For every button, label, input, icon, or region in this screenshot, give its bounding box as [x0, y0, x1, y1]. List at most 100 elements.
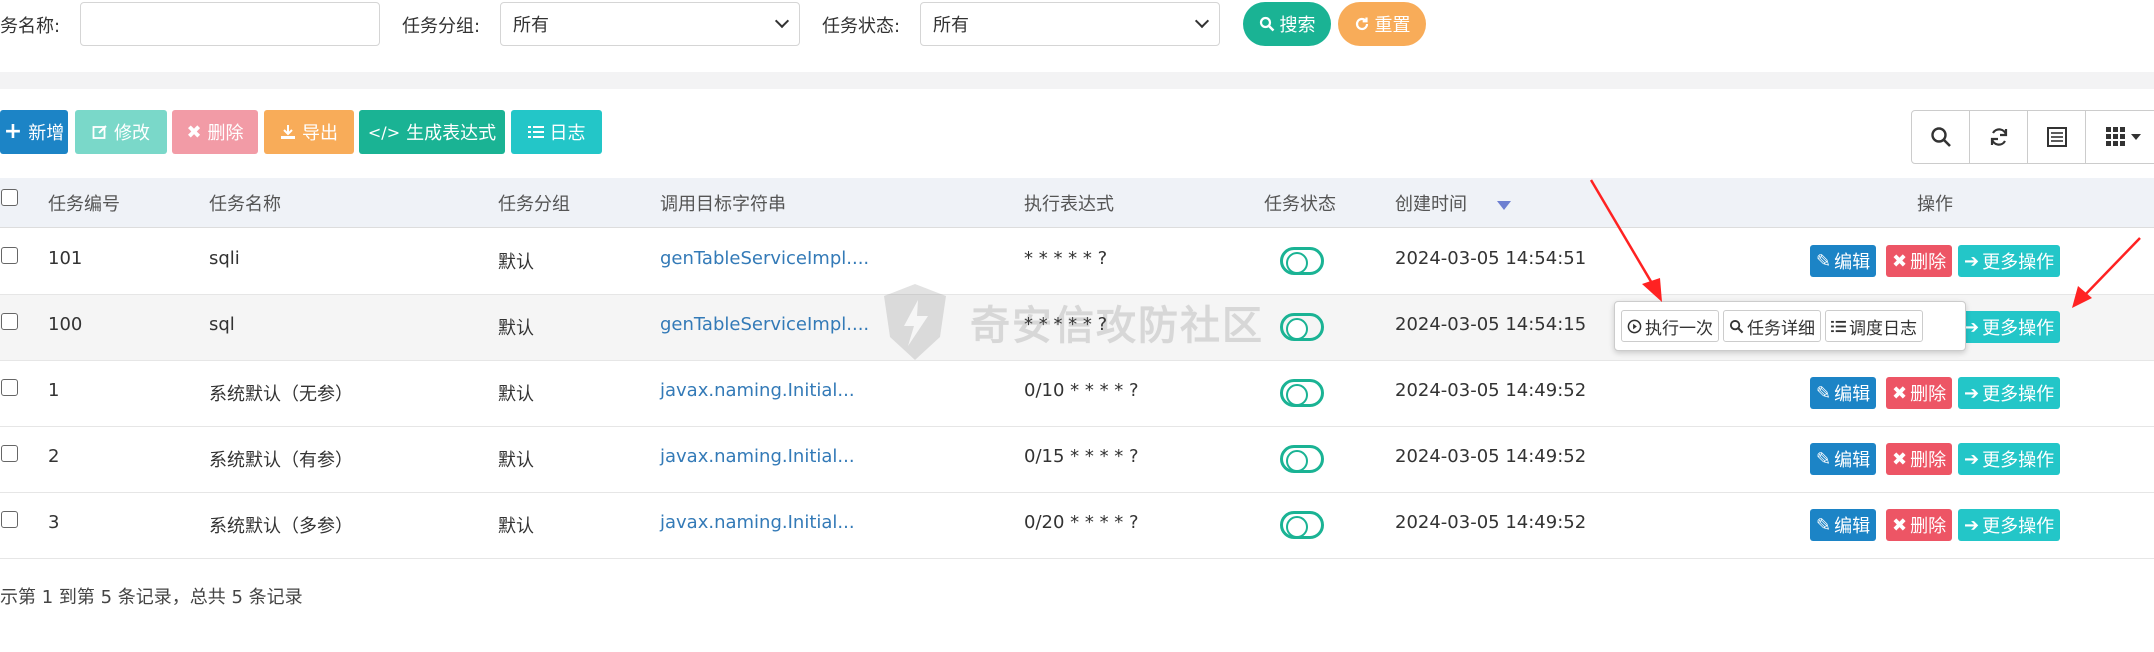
row-edit-button[interactable]: ✎ 编辑 [1810, 443, 1877, 475]
col-task-id[interactable]: 任务编号 [48, 190, 120, 216]
table-row: 3 系统默认（多参） 默认 javax.naming.Initial... 0/… [0, 493, 2154, 559]
row-delete-button[interactable]: ✖ 删除 [1886, 443, 1953, 475]
code-icon: </> [367, 122, 401, 142]
row-more-label: 更多操作 [1982, 384, 2055, 405]
chevron-down-icon [774, 13, 790, 29]
search-button[interactable]: 搜索 [1243, 2, 1331, 46]
invoke-target-link[interactable]: javax.naming.Initial... [660, 446, 855, 467]
run-once-label: 执行一次 [1645, 318, 1713, 339]
task-name: 系统默认（有参） [209, 450, 353, 471]
col-task-group[interactable]: 任务分组 [498, 190, 570, 216]
status-toggle[interactable] [1280, 313, 1324, 341]
invoke-target-link[interactable]: javax.naming.Initial... [660, 512, 855, 533]
refresh-icon [1355, 17, 1368, 31]
row-more-button[interactable]: ➔ 更多操作 [1958, 245, 2061, 277]
grid-icon [2105, 127, 2125, 146]
task-id: 100 [48, 314, 83, 335]
row-more-label: 更多操作 [1982, 252, 2055, 273]
close-icon: ✖ [186, 121, 202, 143]
schedule-log-button[interactable]: 调度日志 [1825, 310, 1923, 342]
log-button[interactable]: 日志 [511, 110, 602, 154]
status-toggle[interactable] [1280, 379, 1324, 407]
task-status-select[interactable]: 所有 [920, 2, 1220, 46]
row-delete-button[interactable]: ✖ 删除 [1886, 509, 1953, 541]
status-toggle[interactable] [1280, 511, 1324, 539]
list-icon [1831, 320, 1846, 332]
status-toggle[interactable] [1280, 247, 1324, 275]
search-icon [1259, 16, 1274, 32]
refresh-button[interactable] [1970, 111, 2028, 163]
row-checkbox[interactable] [1, 379, 18, 396]
toggle-view-button[interactable] [2028, 111, 2086, 163]
invoke-target-link[interactable]: genTableServiceImpl.... [660, 314, 869, 335]
row-more-button[interactable]: ➔ 更多操作 [1958, 377, 2061, 409]
caret-down-icon [2130, 134, 2141, 140]
row-more-button[interactable]: ➔ 更多操作 [1958, 443, 2061, 475]
export-button[interactable]: 导出 [264, 110, 354, 154]
row-edit-label: 编辑 [1834, 516, 1871, 537]
reset-button-label: 重置 [1374, 15, 1411, 36]
add-button[interactable]: + 新增 [0, 110, 68, 154]
col-invoke-target[interactable]: 调用目标字符串 [660, 190, 786, 216]
add-button-label: 新增 [28, 123, 65, 144]
close-icon: ✖ [1892, 514, 1908, 536]
edit-icon [92, 125, 107, 139]
edit-icon: ✎ [1816, 250, 1832, 272]
col-actions: 操作 [1917, 194, 1953, 215]
refresh-icon [1990, 128, 2007, 146]
status-toggle[interactable] [1280, 445, 1324, 473]
sort-desc-icon[interactable] [1497, 201, 1511, 210]
close-icon: ✖ [1892, 448, 1908, 470]
search-button-label: 搜索 [1279, 15, 1316, 36]
export-button-label: 导出 [302, 123, 338, 144]
invoke-target-link[interactable]: genTableServiceImpl.... [660, 248, 869, 269]
select-all-checkbox[interactable] [1, 189, 18, 206]
row-delete-label: 删除 [1910, 384, 1947, 405]
table-row: 101 sqli 默认 genTableServiceImpl.... * * … [0, 229, 2154, 295]
list-icon [527, 126, 544, 138]
task-name-input[interactable] [80, 2, 380, 46]
task-status-select-value: 所有 [933, 15, 969, 36]
task-group-select[interactable]: 所有 [500, 2, 800, 46]
toggle-search-button[interactable] [1912, 111, 1970, 163]
run-once-button[interactable]: 执行一次 [1621, 310, 1719, 342]
chevron-circle-right-icon: ➔ [1964, 382, 1980, 404]
delete-button[interactable]: ✖ 删除 [172, 110, 258, 154]
row-edit-button[interactable]: ✎ 编辑 [1810, 377, 1877, 409]
row-checkbox[interactable] [1, 445, 18, 462]
col-cron-expression[interactable]: 执行表达式 [1024, 190, 1114, 216]
row-checkbox[interactable] [1, 511, 18, 528]
generate-cron-button[interactable]: </> 生成表达式 [359, 110, 505, 154]
row-delete-button[interactable]: ✖ 删除 [1886, 377, 1953, 409]
task-name: 系统默认（无参） [209, 384, 353, 405]
row-checkbox[interactable] [1, 313, 18, 330]
create-time: 2024-03-05 14:54:51 [1395, 248, 1587, 269]
columns-button[interactable] [2086, 111, 2154, 163]
invoke-target-link[interactable]: javax.naming.Initial... [660, 380, 855, 401]
edit-button-label: 修改 [114, 123, 150, 144]
task-group-select-value: 所有 [513, 15, 549, 36]
row-more-button[interactable]: ➔ 更多操作 [1958, 509, 2061, 541]
row-edit-button[interactable]: ✎ 编辑 [1810, 509, 1877, 541]
row-checkbox[interactable] [1, 247, 18, 264]
edit-button[interactable]: 修改 [75, 110, 167, 154]
task-detail-label: 任务详细 [1747, 318, 1815, 339]
col-create-time[interactable]: 创建时间 [1395, 190, 1467, 216]
col-task-status[interactable]: 任务状态 [1264, 190, 1336, 216]
search-form: 务名称: 任务分组: 所有 任务状态: 所有 搜索 重置 [0, 0, 2154, 72]
row-edit-button[interactable]: ✎ 编辑 [1810, 245, 1877, 277]
create-time: 2024-03-05 14:49:52 [1395, 446, 1587, 467]
create-time: 2024-03-05 14:49:52 [1395, 380, 1587, 401]
row-delete-button[interactable]: ✖ 删除 [1886, 245, 1953, 277]
row-more-button[interactable]: ➔ 更多操作 [1958, 311, 2061, 343]
plus-icon: + [3, 119, 23, 144]
cron-expression: 0/15 * * * * ? [1024, 446, 1139, 467]
more-actions-popover: 执行一次 任务详细 调度日志 [1614, 301, 1966, 351]
task-name-label: 务名称: [0, 16, 61, 37]
generate-cron-button-label: 生成表达式 [406, 123, 497, 144]
chevron-circle-right-icon: ➔ [1964, 316, 1980, 338]
col-task-name[interactable]: 任务名称 [209, 190, 281, 216]
reset-button[interactable]: 重置 [1338, 2, 1426, 46]
task-detail-button[interactable]: 任务详细 [1723, 310, 1821, 342]
row-delete-label: 删除 [1910, 252, 1947, 273]
